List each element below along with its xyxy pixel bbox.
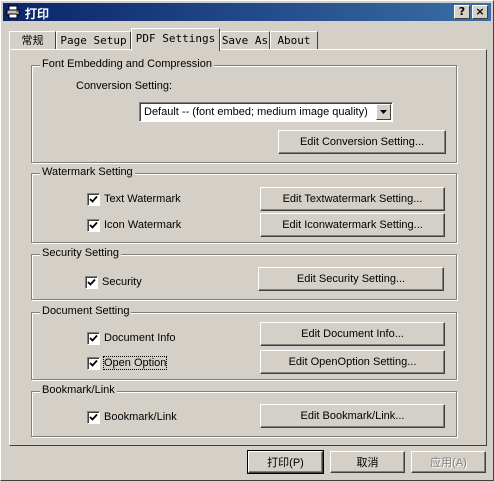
checkmark-icon — [89, 195, 98, 203]
font-embedding-group-label: Font Embedding and Compression — [40, 58, 214, 70]
conversion-setting-label: Conversion Setting: — [76, 80, 172, 92]
security-group-label: Security Setting — [40, 247, 122, 259]
conversion-setting-value: Default -- (font embed; medium image qua… — [144, 106, 368, 118]
cancel-button[interactable]: 取消 — [330, 451, 405, 473]
print-dialog: 打印 ? × 常规 Page Setup PDF Settings Save A… — [0, 0, 494, 481]
edit-openoption-button[interactable]: Edit OpenOption Setting... — [260, 350, 445, 374]
tab-pdf-settings[interactable]: PDF Settings — [131, 28, 220, 51]
window-title: 打印 — [25, 7, 50, 21]
security-checkbox[interactable] — [85, 276, 98, 289]
bookmark-link-label: Bookmark/Link — [104, 411, 177, 423]
icon-watermark-checkbox[interactable] — [87, 219, 100, 232]
checkmark-icon — [89, 221, 98, 229]
print-button[interactable]: 打印(P) — [247, 450, 324, 474]
help-button[interactable]: ? — [454, 5, 470, 19]
checkmark-icon — [89, 334, 98, 342]
watermark-group-label: Watermark Setting — [40, 166, 135, 178]
document-group: Document Setting Document Info Edit Docu… — [31, 305, 457, 380]
close-button[interactable]: × — [472, 5, 488, 19]
security-group: Security Setting Security Edit Security … — [31, 247, 457, 300]
pdf-settings-panel: Font Embedding and Compression Conversio… — [9, 49, 487, 446]
text-watermark-label: Text Watermark — [104, 193, 181, 205]
document-info-checkbox[interactable] — [87, 332, 100, 345]
tab-page-setup[interactable]: Page Setup — [56, 31, 131, 50]
edit-document-info-button[interactable]: Edit Document Info... — [260, 322, 445, 346]
tab-about[interactable]: About — [270, 31, 318, 50]
tab-save-as[interactable]: Save As — [220, 31, 270, 50]
tab-general[interactable]: 常规 — [9, 31, 56, 50]
checkmark-icon — [89, 413, 98, 421]
security-label: Security — [102, 276, 142, 288]
checkmark-icon — [89, 359, 98, 367]
dropdown-arrow-button[interactable] — [376, 104, 391, 120]
apply-button[interactable]: 应用(A) — [411, 451, 486, 473]
title-bar[interactable]: 打印 ? × — [3, 3, 491, 21]
open-option-label: Open Option — [102, 356, 168, 370]
icon-watermark-label: Icon Watermark — [104, 219, 182, 231]
edit-iconwatermark-button[interactable]: Edit Iconwatermark Setting... — [260, 213, 445, 237]
bookmark-group-label: Bookmark/Link — [40, 384, 117, 396]
document-info-label: Document Info — [104, 332, 176, 344]
bookmark-group: Bookmark/Link Bookmark/Link Edit Bookmar… — [31, 384, 457, 437]
text-watermark-checkbox[interactable] — [87, 193, 100, 206]
bookmark-link-checkbox[interactable] — [87, 411, 100, 424]
chevron-down-icon — [380, 110, 387, 114]
edit-textwatermark-button[interactable]: Edit Textwatermark Setting... — [260, 187, 445, 211]
printer-icon — [6, 5, 20, 19]
edit-security-setting-button[interactable]: Edit Security Setting... — [258, 267, 444, 291]
font-embedding-group: Font Embedding and Compression Conversio… — [31, 58, 457, 163]
conversion-setting-select[interactable]: Default -- (font embed; medium image qua… — [139, 102, 393, 122]
edit-conversion-setting-button[interactable]: Edit Conversion Setting... — [278, 130, 446, 154]
checkmark-icon — [87, 278, 96, 286]
watermark-group: Watermark Setting Text Watermark Edit Te… — [31, 166, 457, 243]
open-option-checkbox[interactable] — [87, 357, 100, 370]
edit-bookmark-link-button[interactable]: Edit Bookmark/Link... — [260, 404, 445, 428]
document-group-label: Document Setting — [40, 305, 132, 317]
